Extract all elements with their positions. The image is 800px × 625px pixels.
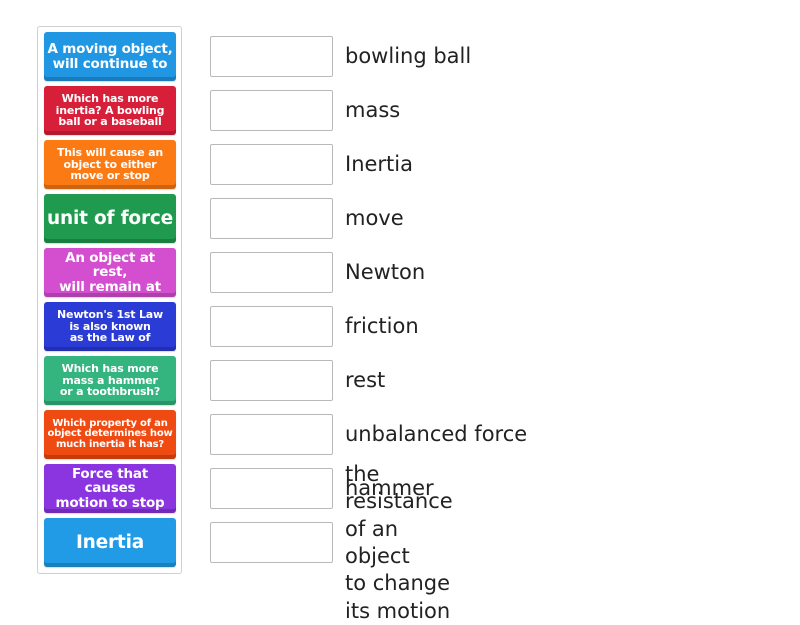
prompt-tile-label: Newton's 1st Law is also known as the La… [57,308,163,345]
answer-label: rest [345,368,386,393]
prompt-tile[interactable]: Inertia [44,518,176,567]
prompt-tile-label: This will cause an object to either move… [56,146,164,183]
drop-target-box[interactable] [210,360,333,401]
prompt-tile[interactable]: unit of force [44,194,176,243]
answer-label: mass [345,98,401,123]
answer-label: bowling ball [345,44,472,69]
drop-target-box[interactable] [210,36,333,77]
drop-target-box[interactable] [210,252,333,293]
prompt-tile-label: Force that causes motion to stop [55,466,165,511]
prompt-tile[interactable]: Which has more inertia? A bowling ball o… [44,86,176,135]
prompt-tile[interactable]: Force that causes motion to stop [44,464,176,513]
prompt-tile-label: Inertia [76,531,144,553]
prompt-tile[interactable]: Newton's 1st Law is also known as the La… [44,302,176,351]
answer-label: friction [345,314,419,339]
answer-label: the resistance of an object to change it… [345,462,453,623]
drop-target-box[interactable] [210,306,333,347]
prompt-tile[interactable]: An object at rest, will remain at [44,248,176,297]
prompt-tile-label: A moving object, will continue to [47,41,173,72]
drop-target-box[interactable] [210,468,333,509]
drop-target-box[interactable] [210,198,333,239]
drop-target-box[interactable] [210,90,333,131]
prompt-tile-label: Which has more inertia? A bowling ball o… [55,92,165,129]
prompt-tile-label: Which has more mass a hammer or a toothb… [59,362,161,399]
prompt-tile-label: An object at rest, will remain at [59,250,161,295]
prompt-tile[interactable]: Which has more mass a hammer or a toothb… [44,356,176,405]
answer-label: unbalanced force [345,422,528,447]
prompt-tile[interactable]: Which property of an object determines h… [44,410,176,459]
answer-label: Inertia [345,152,413,177]
answer-label: move [345,206,404,231]
drop-target-box[interactable] [210,522,333,563]
prompt-tile-label: unit of force [47,207,173,229]
prompt-tile[interactable]: This will cause an object to either move… [44,140,176,189]
prompt-tile[interactable]: A moving object, will continue to [44,32,176,81]
answer-label: Newton [345,260,426,285]
drop-target-box[interactable] [210,414,333,455]
drop-target-box[interactable] [210,144,333,185]
prompt-tile-tray: A moving object, will continue to Which h… [37,26,182,574]
prompt-tile-label: Which property of an object determines h… [47,417,173,450]
